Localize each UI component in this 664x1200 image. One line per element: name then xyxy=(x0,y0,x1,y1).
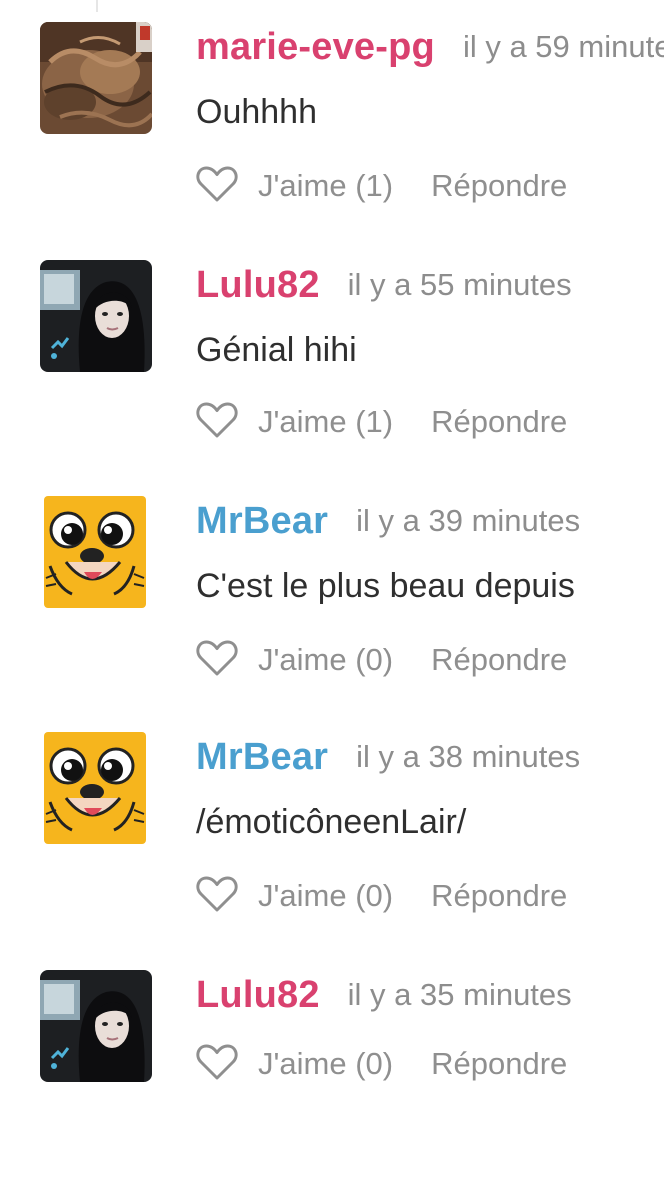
username-link[interactable]: Lulu82 xyxy=(196,970,320,1020)
comment-item: MrBear il y a 39 minutes C'est le plus b… xyxy=(0,496,664,726)
comment-meta: marie-eve-pg il y a 59 minutes xyxy=(196,22,664,72)
heart-outline-icon[interactable] xyxy=(196,875,238,913)
username-link[interactable]: MrBear xyxy=(196,732,328,782)
comment-message: Ouhhhh xyxy=(196,93,317,131)
comment-item: MrBear il y a 38 minutes /émoticôneenLai… xyxy=(0,732,664,962)
comment-actions: J'aime (0) Répondre xyxy=(196,1042,567,1086)
like-button[interactable]: J'aime (0) xyxy=(258,874,393,918)
comment-timestamp: il y a 55 minutes xyxy=(347,267,572,302)
avatar[interactable] xyxy=(40,260,152,372)
username-link[interactable]: marie-eve-pg xyxy=(196,22,435,72)
comment-content: Lulu82 il y a 55 minutes Génial hihi xyxy=(196,260,664,372)
girl-photo xyxy=(40,970,152,1082)
like-button[interactable]: J'aime (1) xyxy=(258,164,393,208)
heart-outline-icon[interactable] xyxy=(196,401,238,439)
comment-meta: Lulu82 il y a 55 minutes xyxy=(196,260,664,310)
cartoon-dog xyxy=(44,732,146,844)
comment-content: Lulu82 il y a 35 minutes xyxy=(196,970,664,1020)
cartoon-dog xyxy=(44,496,146,608)
avatar[interactable] xyxy=(40,22,152,134)
comment-content: marie-eve-pg il y a 59 minutes Ouhhhh xyxy=(196,22,664,134)
reply-button[interactable]: Répondre xyxy=(431,400,567,444)
reply-button[interactable]: Répondre xyxy=(431,164,567,208)
reply-button[interactable]: Répondre xyxy=(431,874,567,918)
comment-meta: MrBear il y a 39 minutes xyxy=(196,496,664,546)
cat-photo xyxy=(40,22,152,134)
girl-photo xyxy=(40,260,152,372)
comment-actions: J'aime (0) Répondre xyxy=(196,638,567,682)
comment-actions: J'aime (0) Répondre xyxy=(196,874,567,918)
comment-meta: Lulu82 il y a 35 minutes xyxy=(196,970,664,1020)
like-button[interactable]: J'aime (0) xyxy=(258,638,393,682)
avatar[interactable] xyxy=(44,496,146,608)
comment-timestamp: il y a 39 minutes xyxy=(356,503,581,538)
comment-timestamp: il y a 35 minutes xyxy=(347,977,572,1012)
comment-actions: J'aime (1) Répondre xyxy=(196,164,567,208)
comment-item: Lulu82 il y a 35 minutes J'aime (0) Répo… xyxy=(0,970,664,1200)
comment-content: MrBear il y a 39 minutes C'est le plus b… xyxy=(196,496,664,608)
heart-outline-icon[interactable] xyxy=(196,639,238,677)
comment-message: C'est le plus beau depuis xyxy=(196,567,575,605)
comment-meta: MrBear il y a 38 minutes xyxy=(196,732,664,782)
reply-button[interactable]: Répondre xyxy=(431,1042,567,1086)
like-button[interactable]: J'aime (1) xyxy=(258,400,393,444)
reply-button[interactable]: Répondre xyxy=(431,638,567,682)
comment-actions: J'aime (1) Répondre xyxy=(196,400,567,444)
like-button[interactable]: J'aime (0) xyxy=(258,1042,393,1086)
comment-message: /émoticôneenLair/ xyxy=(196,803,467,841)
comment-message: Génial hihi xyxy=(196,331,357,369)
heart-outline-icon[interactable] xyxy=(196,1043,238,1081)
avatar[interactable] xyxy=(44,732,146,844)
comment-timestamp: il y a 38 minutes xyxy=(356,739,581,774)
username-link[interactable]: MrBear xyxy=(196,496,328,546)
heart-outline-icon[interactable] xyxy=(196,165,238,203)
comment-item: marie-eve-pg il y a 59 minutes Ouhhhh J'… xyxy=(0,22,664,252)
comment-item: Lulu82 il y a 55 minutes Génial hihi J'a… xyxy=(0,260,664,490)
thread-connector-line xyxy=(96,0,98,12)
username-link[interactable]: Lulu82 xyxy=(196,260,320,310)
comment-content: MrBear il y a 38 minutes /émoticôneenLai… xyxy=(196,732,664,844)
avatar[interactable] xyxy=(40,970,152,1082)
comment-timestamp: il y a 59 minutes xyxy=(462,29,664,64)
